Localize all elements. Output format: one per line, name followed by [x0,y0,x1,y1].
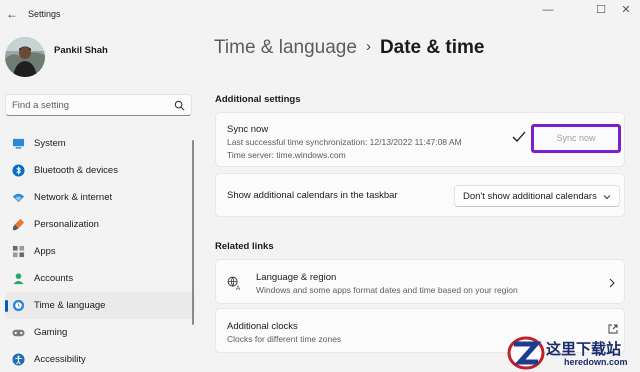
additional-clocks-subtitle: Clocks for different time zones [227,334,342,344]
brush-icon [12,218,25,231]
svg-text:A: A [236,285,241,291]
globe-clock-icon [12,299,25,312]
language-region-title: Language & region [256,272,337,283]
gamepad-icon [12,329,25,337]
language-region-subtitle: Windows and some apps format dates and t… [256,285,518,295]
accessibility-icon [12,353,25,366]
sidebar-item-label: Personalization [34,219,99,230]
sidebar-item-label: Gaming [34,327,68,338]
calendars-card: Show additional calendars in the taskbar… [215,173,625,217]
sidebar-item-label: Accessibility [34,354,86,365]
watermark-chinese-text: 这里下载站 [546,340,622,358]
sidebar-item-label: Accounts [34,273,74,284]
external-link-icon [608,324,618,334]
calendars-label: Show additional calendars in the taskbar [227,190,398,201]
sidebar-item-label: System [34,138,66,149]
sync-card: Sync now Last successful time synchroniz… [215,112,625,167]
sidebar-item-accounts[interactable]: Accounts [5,265,195,292]
apps-icon [12,245,25,258]
search-input[interactable] [12,98,172,113]
time-server-text: Time server: time.windows.com [227,150,346,160]
sidebar-nav: System Bluetooth & devices Network & int… [5,130,195,372]
active-indicator [5,300,8,312]
sidebar-scrollbar[interactable] [192,140,194,325]
sidebar-item-bluetooth[interactable]: Bluetooth & devices [5,157,195,184]
sync-now-button[interactable]: Sync now [531,124,621,153]
sidebar-item-time-language[interactable]: Time & language [5,292,195,319]
watermark: 这里下载站 heredown.com [506,334,640,372]
avatar[interactable] [5,37,45,77]
language-icon: A [227,276,241,291]
breadcrumb-separator: › [365,38,371,55]
bluetooth-icon [12,164,25,177]
check-icon [512,131,526,142]
user-name: Pankil Shah [54,45,108,56]
search-box[interactable] [5,94,192,116]
breadcrumb: Time & language › Date & time [214,37,484,59]
sync-title: Sync now [227,124,269,135]
watermark-domain: heredown.com [564,357,628,367]
last-sync-text: Last successful time synchronization: 12… [227,137,462,147]
back-arrow-icon[interactable]: ← [4,6,20,22]
watermark-logo [507,336,545,370]
sidebar-item-apps[interactable]: Apps [5,238,195,265]
breadcrumb-parent[interactable]: Time & language [214,37,357,58]
sidebar-item-system[interactable]: System [5,130,195,157]
person-icon [13,273,24,285]
page-title: Date & time [379,37,485,58]
sidebar-item-label: Time & language [34,300,106,311]
sidebar-item-personalization[interactable]: Personalization [5,211,195,238]
sidebar-item-gaming[interactable]: Gaming [5,319,195,346]
dropdown-selected-value: Don't show additional calendars [463,191,597,202]
sidebar-item-label: Apps [34,246,56,257]
search-icon[interactable] [174,100,185,111]
additional-settings-heading: Additional settings [215,94,301,105]
window-title: Settings [28,9,61,19]
title-bar: ← Settings — ☐ ✕ [0,0,640,30]
avatar-photo [5,37,45,77]
sidebar-item-label: Bluetooth & devices [34,165,118,176]
minimize-button[interactable]: — [540,4,556,16]
chevron-down-icon [603,195,611,200]
sidebar-item-network[interactable]: Network & internet [5,184,195,211]
sidebar-item-accessibility[interactable]: Accessibility [5,346,195,372]
close-button[interactable]: ✕ [618,4,634,16]
calendars-dropdown[interactable]: Don't show additional calendars [454,185,620,207]
language-region-link[interactable]: A Language & region Windows and some app… [215,259,625,304]
monitor-icon [12,138,25,149]
wifi-icon [12,193,25,203]
additional-clocks-title: Additional clocks [227,321,298,332]
chevron-right-icon [609,278,615,288]
maximize-button[interactable]: ☐ [593,4,609,16]
related-links-heading: Related links [215,241,274,252]
sidebar-item-label: Network & internet [34,192,113,203]
